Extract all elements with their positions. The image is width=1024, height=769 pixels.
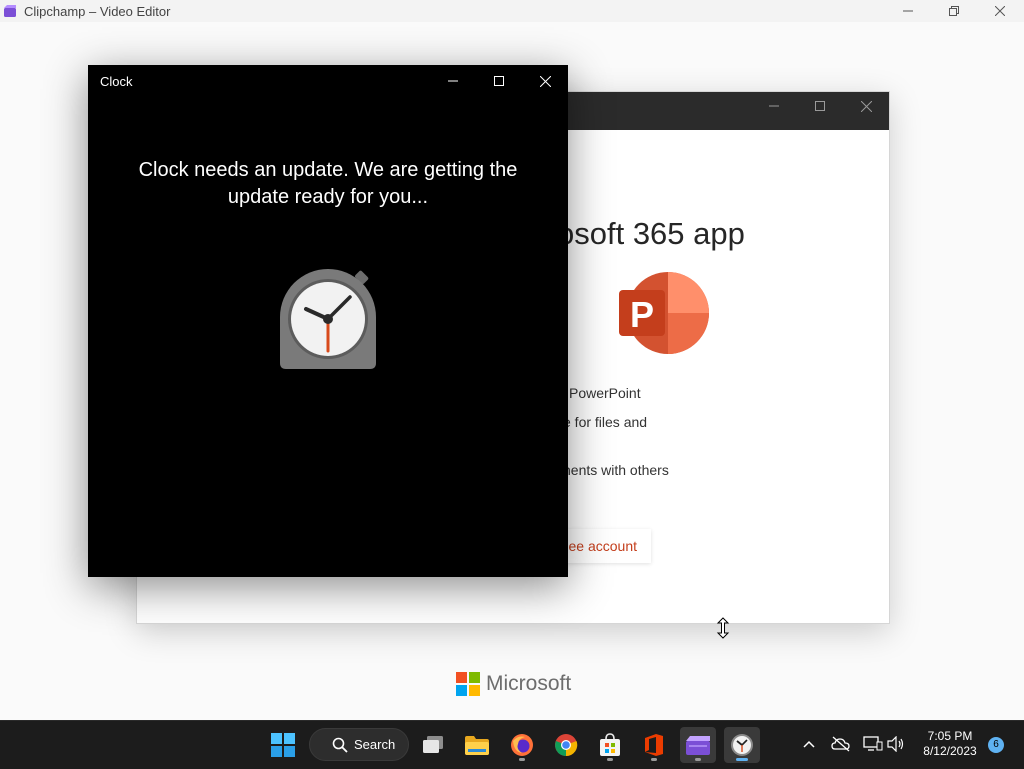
office-icon — [645, 734, 663, 756]
firefox-button[interactable] — [504, 727, 540, 763]
clipchamp-titlebar[interactable]: Clipchamp – Video Editor — [0, 0, 1024, 22]
office-button[interactable] — [636, 727, 672, 763]
close-icon — [860, 100, 872, 112]
clipchamp-taskbar-button[interactable] — [680, 727, 716, 763]
network-icon — [863, 736, 883, 751]
running-indicator — [607, 758, 613, 761]
notification-badge[interactable]: 6 — [988, 737, 1004, 753]
windows-start-icon — [271, 733, 295, 757]
chrome-icon — [555, 734, 578, 757]
minimize-icon — [769, 105, 779, 107]
m365-close-button[interactable] — [843, 92, 889, 120]
m365-maximize-button[interactable] — [797, 92, 843, 120]
microsoft-logo: Microsoft — [456, 672, 571, 696]
clock-window: Clock Clock needs an update. We are gett… — [88, 65, 568, 577]
clock-maximize-button[interactable] — [476, 65, 522, 97]
clock-app-icon — [280, 269, 376, 369]
firefox-icon — [511, 734, 533, 756]
close-icon — [995, 6, 1005, 16]
taskbar-clock[interactable]: 7:05 PM 8/12/2023 — [918, 729, 982, 759]
clipchamp-maximize-button[interactable] — [931, 0, 977, 22]
network-button[interactable] — [862, 733, 884, 755]
clipchamp-icon — [686, 736, 710, 755]
minimize-icon — [903, 10, 913, 12]
taskbar-time: 7:05 PM — [927, 729, 973, 743]
resize-cursor-icon — [716, 617, 730, 639]
m365-feature-line: PowerPoint — [569, 385, 641, 401]
task-view-button[interactable] — [415, 727, 451, 763]
maximize-icon — [815, 101, 825, 111]
search-label: Search — [354, 737, 396, 752]
active-indicator — [736, 758, 748, 761]
running-indicator — [651, 758, 657, 761]
clock-taskbar-button[interactable] — [724, 727, 760, 763]
m365-feature-line: e for files and — [563, 414, 648, 430]
clock-update-message: Clock needs an update. We are getting th… — [138, 159, 518, 208]
m365-heading: osoft 365 app — [557, 216, 745, 251]
taskbar: Search 7:05 PM 8/12/2023 6 — [0, 720, 1024, 769]
clipchamp-minimize-button[interactable] — [885, 0, 931, 22]
m365-minimize-button[interactable] — [751, 92, 797, 120]
taskbar-search-button[interactable]: Search — [309, 728, 409, 761]
maximize-icon — [494, 76, 504, 86]
microsoft-store-button[interactable] — [592, 727, 628, 763]
chevron-up-icon — [803, 740, 815, 748]
clock-close-button[interactable] — [522, 65, 568, 97]
taskbar-date: 8/12/2023 — [923, 744, 977, 758]
clipchamp-close-button[interactable] — [977, 0, 1023, 22]
volume-icon — [887, 736, 904, 752]
clipchamp-icon — [4, 5, 16, 17]
minimize-icon — [448, 80, 458, 82]
show-hidden-icons-button[interactable] — [798, 733, 820, 755]
microsoft-wordmark: Microsoft — [486, 672, 572, 695]
restore-icon — [949, 6, 959, 16]
search-icon — [332, 737, 348, 753]
m365-feature-line: nents with others — [563, 462, 669, 478]
clock-window-title: Clock — [100, 74, 133, 89]
clock-titlebar[interactable]: Clock — [88, 65, 568, 97]
clock-minimize-button[interactable] — [430, 65, 476, 97]
microsoft-squares-icon — [456, 672, 480, 696]
store-icon — [600, 733, 620, 756]
clock-icon — [731, 734, 753, 756]
powerpoint-logo: P — [619, 272, 709, 354]
chrome-button[interactable] — [548, 727, 584, 763]
file-explorer-button[interactable] — [459, 727, 495, 763]
start-button[interactable] — [265, 727, 301, 763]
volume-button[interactable] — [885, 733, 907, 755]
onedrive-offline-icon — [831, 736, 850, 752]
folder-icon — [465, 736, 489, 755]
clipchamp-window-title: Clipchamp – Video Editor — [24, 4, 171, 19]
running-indicator — [695, 758, 701, 761]
onedrive-button[interactable] — [830, 733, 852, 755]
svg-text:P: P — [630, 294, 654, 335]
close-icon — [539, 75, 551, 87]
running-indicator — [519, 758, 525, 761]
task-view-icon — [423, 736, 443, 753]
